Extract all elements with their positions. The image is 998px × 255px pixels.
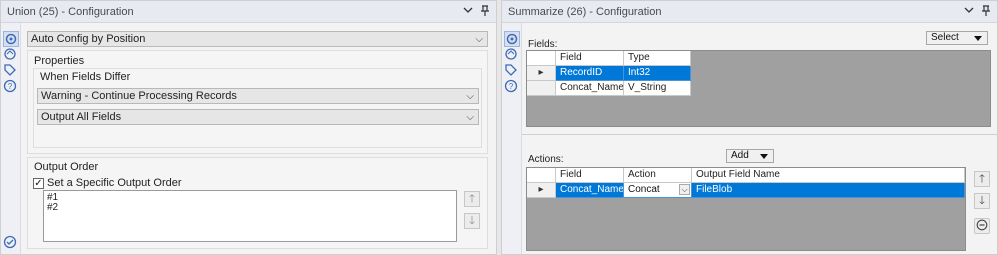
when-fields-differ-group: When Fields Differ Warning - Continue Pr… xyxy=(33,68,482,148)
chevron-down-icon: ⌵ xyxy=(466,91,474,102)
output-order-list[interactable]: #1 #2 xyxy=(43,190,457,242)
output-field-name-cell[interactable]: FileBlob xyxy=(692,183,965,198)
field-cell[interactable]: RecordID xyxy=(556,66,624,81)
row-header xyxy=(527,81,556,96)
field-cell[interactable]: Concat_Name xyxy=(556,183,624,198)
help-icon[interactable]: ? xyxy=(3,79,19,95)
add-dropdown-label: Add xyxy=(731,150,749,161)
validate-check-icon[interactable] xyxy=(3,235,19,251)
remove-button[interactable] xyxy=(974,218,990,234)
column-header-type[interactable]: Type xyxy=(624,51,691,66)
pin-icon[interactable] xyxy=(478,5,492,19)
configuration-gear-icon[interactable] xyxy=(3,31,19,47)
output-order-label: Output Order xyxy=(34,161,99,173)
type-cell[interactable]: V_String xyxy=(624,81,691,96)
title-bar: Union (25) - Configuration xyxy=(1,1,496,23)
column-header-action[interactable]: Action xyxy=(624,168,692,183)
actions-header-row: Field Action Output Field Name xyxy=(527,168,965,183)
annotation-icon[interactable] xyxy=(504,47,520,63)
svg-text:?: ? xyxy=(8,82,13,91)
actions-grid[interactable]: Field Action Output Field Name ▸ Concat_… xyxy=(526,167,966,251)
column-header-field[interactable]: Field xyxy=(556,168,624,183)
action-select-cell[interactable]: Concat ⌵ xyxy=(624,183,692,198)
select-dropdown[interactable]: Select xyxy=(926,31,988,45)
output-order-group: Output Order ✓ Set a Specific Output Ord… xyxy=(27,157,488,249)
column-header-field[interactable]: Field xyxy=(556,51,624,66)
move-up-button[interactable]: 🡑 xyxy=(974,171,990,187)
move-down-button[interactable]: 🡓 xyxy=(974,193,990,209)
side-toolbar: ? xyxy=(1,23,21,254)
tag-icon[interactable] xyxy=(3,63,19,79)
union-configuration-pane: Union (25) - Configuration ? Auto Config… xyxy=(0,0,497,255)
arrow-down-icon: 🡓 xyxy=(979,195,985,207)
fields-grid[interactable]: Field Type ▸ RecordID Int32 Concat_Name … xyxy=(526,50,991,127)
dropdown-triangle-icon xyxy=(760,154,768,159)
configuration-gear-icon[interactable] xyxy=(504,31,520,47)
arrow-up-icon: 🡑 xyxy=(979,173,985,185)
annotation-icon[interactable] xyxy=(3,47,19,63)
set-specific-order-checkbox[interactable]: ✓ xyxy=(33,178,44,189)
auto-config-select[interactable]: Auto Config by Position ⌵ xyxy=(27,31,488,47)
pane-title: Summarize (26) - Configuration xyxy=(508,6,662,18)
splitter[interactable] xyxy=(522,134,998,135)
summarize-configuration-pane: Summarize (26) - Configuration ? Select … xyxy=(501,0,998,255)
properties-group: Properties When Fields Differ Warning - … xyxy=(27,50,488,154)
side-toolbar: ? xyxy=(502,23,522,254)
move-down-button[interactable]: 🡓 xyxy=(464,213,480,229)
minus-circle-icon xyxy=(976,219,988,231)
row-pointer-icon: ▸ xyxy=(527,66,556,81)
output-fields-select[interactable]: Output All Fields ⌵ xyxy=(37,109,479,125)
chevron-down-icon: ⌵ xyxy=(466,112,474,123)
field-cell[interactable]: Concat_Name xyxy=(556,81,624,96)
collapse-icon[interactable] xyxy=(962,5,976,19)
row-header-corner xyxy=(527,51,556,66)
chevron-down-icon[interactable]: ⌵ xyxy=(679,184,690,195)
fields-header-row: Field Type xyxy=(527,51,691,66)
actions-label: Actions: xyxy=(528,154,564,165)
table-row[interactable]: ▸ Concat_Name Concat ⌵ FileBlob xyxy=(527,183,965,198)
auto-config-value: Auto Config by Position xyxy=(31,33,146,45)
arrow-down-icon: 🡓 xyxy=(469,215,475,227)
check-mark-icon: ✓ xyxy=(34,178,43,189)
row-pointer-icon: ▸ xyxy=(527,183,556,198)
pin-icon[interactable] xyxy=(979,5,993,19)
pane-title: Union (25) - Configuration xyxy=(7,6,134,18)
select-dropdown-label: Select xyxy=(931,32,959,43)
arrow-up-icon: 🡑 xyxy=(469,193,475,205)
action-value: Concat xyxy=(628,184,660,195)
svg-text:?: ? xyxy=(509,82,514,91)
when-fields-differ-label: When Fields Differ xyxy=(40,71,131,83)
column-header-output-field-name[interactable]: Output Field Name xyxy=(692,168,965,183)
move-up-button[interactable]: 🡑 xyxy=(464,191,480,207)
properties-label: Properties xyxy=(34,55,85,67)
tag-icon[interactable] xyxy=(504,63,520,79)
table-row[interactable]: ▸ RecordID Int32 xyxy=(527,66,691,81)
chevron-down-icon: ⌵ xyxy=(475,34,483,45)
collapse-icon[interactable] xyxy=(461,5,475,19)
dropdown-triangle-icon xyxy=(974,36,982,41)
type-cell[interactable]: Int32 xyxy=(624,66,691,81)
help-icon[interactable]: ? xyxy=(504,79,520,95)
output-fields-value: Output All Fields xyxy=(41,111,122,123)
warning-mode-value: Warning - Continue Processing Records xyxy=(41,90,237,102)
set-specific-order-label[interactable]: Set a Specific Output Order xyxy=(47,177,182,189)
table-row[interactable]: Concat_Name V_String xyxy=(527,81,691,96)
warning-mode-select[interactable]: Warning - Continue Processing Records ⌵ xyxy=(37,88,479,104)
fields-label: Fields: xyxy=(528,39,558,50)
list-item[interactable]: #2 xyxy=(47,203,58,213)
row-header-corner xyxy=(527,168,556,183)
title-bar: Summarize (26) - Configuration xyxy=(502,1,997,23)
add-dropdown[interactable]: Add xyxy=(726,149,774,163)
